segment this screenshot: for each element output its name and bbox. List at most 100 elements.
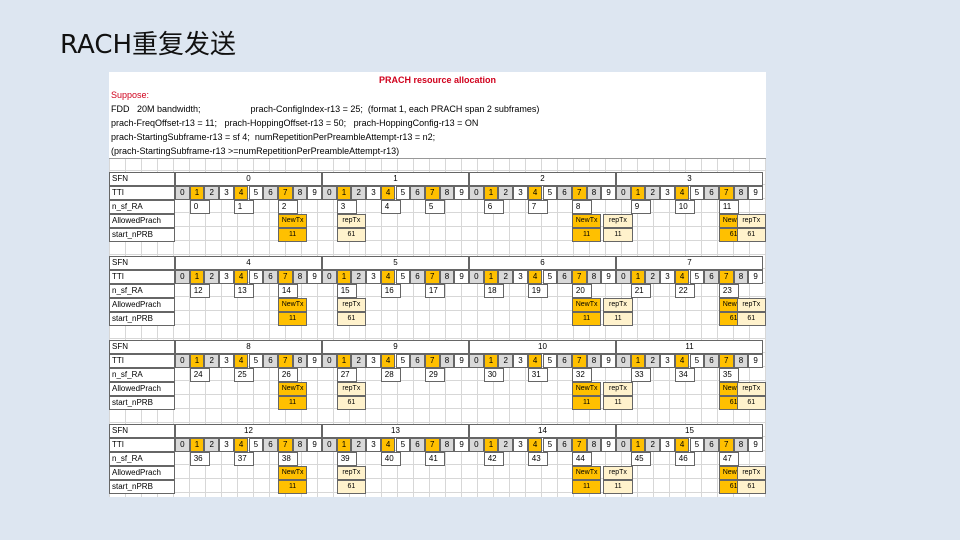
- allowed-prach-reptx: repTx: [603, 298, 633, 312]
- sheet-header: PRACH resource allocation Suppose: FDD 2…: [109, 72, 766, 159]
- n-sf-ra-cell: 13: [233, 284, 255, 298]
- start-nprb-cell: 11: [277, 312, 308, 326]
- tti-cell: 7: [571, 438, 587, 452]
- n-sf-ra-cell: 31: [527, 368, 549, 382]
- allowed-prach-reptx: repTx: [336, 298, 367, 312]
- start-nprb-cell: 11: [603, 396, 633, 410]
- n-sf-ra-cell: 29: [424, 368, 446, 382]
- tti-cell: 3: [660, 186, 675, 200]
- tti-cell: 4: [674, 270, 690, 284]
- row-label: start_nPRB: [109, 228, 175, 242]
- row-label: n_sf_RA: [109, 452, 175, 466]
- tti-cell: 2: [351, 186, 367, 200]
- tti-cell: 9: [601, 438, 616, 452]
- tti-cell: 5: [689, 354, 705, 368]
- tti-cell: 4: [233, 186, 249, 200]
- n-sf-ra-cell: 43: [527, 452, 549, 466]
- tti-cell: 1: [336, 354, 352, 368]
- tti-cell: 5: [248, 186, 264, 200]
- tti-cell: 9: [307, 186, 322, 200]
- start-nprb-cell: 11: [277, 480, 308, 494]
- n-sf-ra-cell: 38: [277, 452, 299, 466]
- tti-cell: 9: [307, 270, 322, 284]
- n-sf-ra-cell: 46: [674, 452, 696, 466]
- n-sf-ra-cell: 2: [277, 200, 299, 214]
- tti-cell: 3: [219, 354, 234, 368]
- tti-cell: 6: [263, 186, 278, 200]
- allowed-prach-newtx: NewTx: [277, 466, 308, 480]
- n-sf-ra-cell: 16: [380, 284, 402, 298]
- tti-cell: 7: [424, 270, 440, 284]
- tti-cell: 3: [366, 354, 381, 368]
- n-sf-ra-cell: 40: [380, 452, 402, 466]
- sfn-cell: 12: [175, 424, 322, 438]
- tti-cell: 9: [454, 270, 469, 284]
- tti-cell: 2: [645, 354, 661, 368]
- tti-cell: 7: [424, 186, 440, 200]
- allowed-prach-newtx: NewTx: [571, 382, 602, 396]
- tti-cell: 1: [630, 354, 646, 368]
- n-sf-ra-cell: 22: [674, 284, 696, 298]
- n-sf-ra-cell: 10: [674, 200, 696, 214]
- tti-cell: 0: [616, 186, 631, 200]
- n-sf-ra-cell: 45: [630, 452, 652, 466]
- tti-cell: 1: [630, 438, 646, 452]
- n-sf-ra-cell: 17: [424, 284, 446, 298]
- row-label: TTI: [109, 438, 175, 452]
- tti-cell: 9: [454, 438, 469, 452]
- allowed-prach-reptx: repTx: [736, 382, 766, 396]
- spreadsheet-table: PRACH resource allocation Suppose: FDD 2…: [109, 72, 766, 497]
- row-label: SFN: [109, 424, 175, 438]
- tti-cell: 3: [366, 270, 381, 284]
- n-sf-ra-cell: 0: [189, 200, 211, 214]
- tti-cell: 8: [292, 270, 308, 284]
- n-sf-ra-cell: 28: [380, 368, 402, 382]
- tti-cell: 4: [674, 438, 690, 452]
- tti-cell: 9: [454, 186, 469, 200]
- tti-cell: 8: [733, 354, 749, 368]
- tti-cell: 0: [322, 186, 337, 200]
- tti-cell: 3: [513, 186, 528, 200]
- allowed-prach-reptx: repTx: [736, 298, 766, 312]
- start-nprb-cell: 11: [277, 396, 308, 410]
- tti-cell: 7: [718, 270, 734, 284]
- tti-cell: 9: [748, 438, 763, 452]
- tti-cell: 8: [733, 186, 749, 200]
- n-sf-ra-cell: 1: [233, 200, 255, 214]
- tti-cell: 3: [366, 186, 381, 200]
- assumption-line: FDD 20M bandwidth; prach-ConfigIndex-r13…: [111, 104, 540, 114]
- start-nprb-cell: 11: [571, 480, 602, 494]
- start-nprb-cell: 61: [736, 228, 766, 242]
- sfn-cell: 7: [616, 256, 763, 270]
- tti-cell: 6: [557, 270, 572, 284]
- tti-cell: 5: [542, 270, 558, 284]
- tti-cell: 2: [645, 438, 661, 452]
- tti-cell: 1: [189, 438, 205, 452]
- n-sf-ra-cell: 32: [571, 368, 593, 382]
- tti-cell: 9: [601, 270, 616, 284]
- tti-cell: 5: [395, 354, 411, 368]
- tti-cell: 5: [542, 438, 558, 452]
- tti-cell: 5: [395, 186, 411, 200]
- tti-cell: 7: [277, 354, 293, 368]
- tti-cell: 9: [454, 354, 469, 368]
- n-sf-ra-cell: 44: [571, 452, 593, 466]
- row-label: TTI: [109, 270, 175, 284]
- tti-cell: 8: [439, 270, 455, 284]
- n-sf-ra-cell: 37: [233, 452, 255, 466]
- tti-cell: 5: [542, 354, 558, 368]
- allowed-prach-reptx: repTx: [336, 214, 367, 228]
- allowed-prach-newtx: NewTx: [277, 298, 308, 312]
- sfn-cell: 14: [469, 424, 616, 438]
- tti-cell: 5: [689, 270, 705, 284]
- row-label: start_nPRB: [109, 312, 175, 326]
- row-label: n_sf_RA: [109, 284, 175, 298]
- tti-cell: 7: [718, 186, 734, 200]
- tti-cell: 2: [498, 186, 514, 200]
- tti-cell: 0: [616, 438, 631, 452]
- row-label: SFN: [109, 340, 175, 354]
- start-nprb-cell: 11: [277, 228, 308, 242]
- tti-cell: 2: [351, 354, 367, 368]
- tti-cell: 7: [277, 186, 293, 200]
- sfn-cell: 9: [322, 340, 469, 354]
